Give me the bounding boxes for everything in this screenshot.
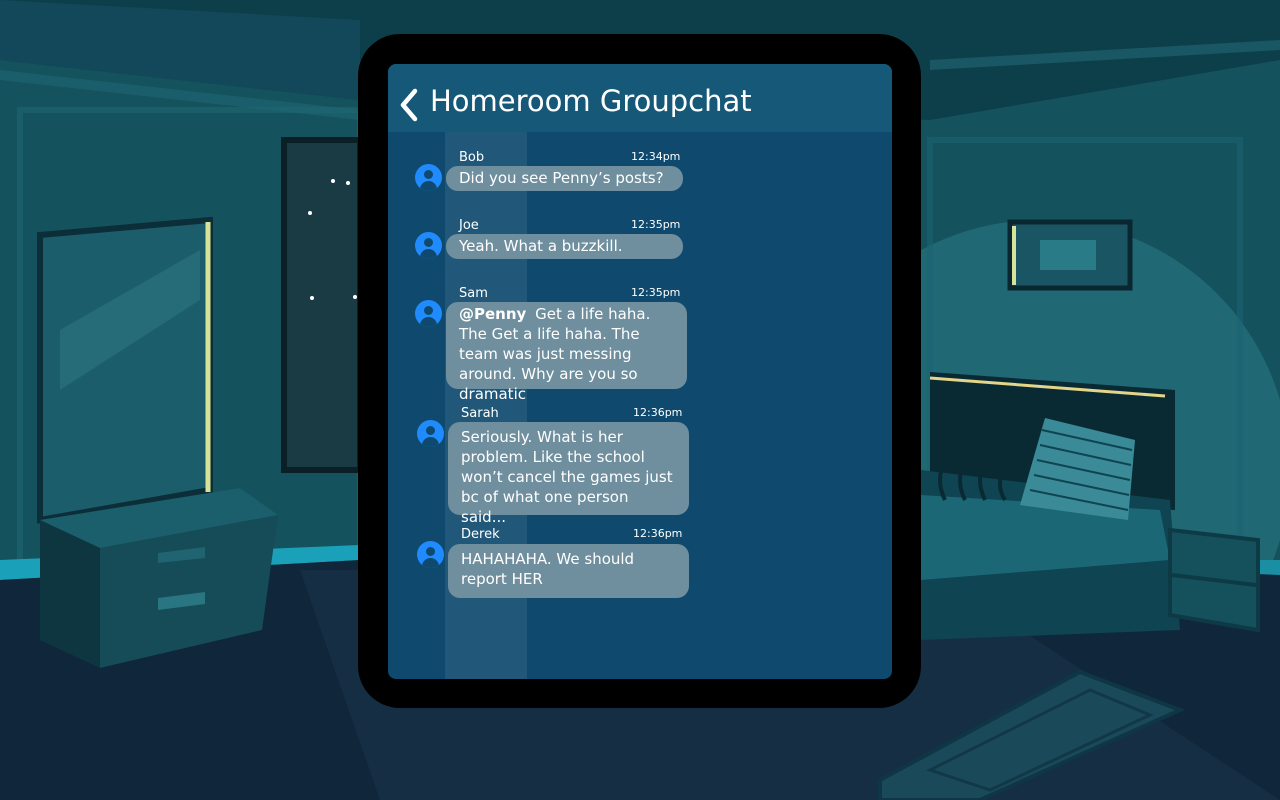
back-button[interactable] xyxy=(398,88,420,122)
chat-header: Homeroom Groupchat xyxy=(388,64,892,132)
message-bubble: @Penny Get a life haha. The Get a life h… xyxy=(446,302,687,403)
avatar-icon xyxy=(415,164,442,191)
message-item: Bob 12:34pm Did you see Penny’s posts? xyxy=(388,150,708,200)
message-time: 12:35pm xyxy=(631,218,681,231)
avatar-icon xyxy=(417,420,444,447)
message-item: Derek 12:36pm HAHAHAHA. We should report… xyxy=(388,527,708,607)
tablet-device: Homeroom Groupchat Bob 12:34pm Did you s… xyxy=(358,34,921,708)
message-sender: Joe xyxy=(459,218,479,233)
message-sender: Bob xyxy=(459,150,485,165)
chat-screen: Homeroom Groupchat Bob 12:34pm Did you s… xyxy=(388,64,892,679)
game-scene: Homeroom Groupchat Bob 12:34pm Did you s… xyxy=(0,0,1280,800)
message-time: 12:35pm xyxy=(631,286,681,299)
message-bubble: Did you see Penny’s posts? xyxy=(446,166,683,191)
message-bubble: Yeah. What a buzzkill. xyxy=(446,234,683,259)
message-item: Sam 12:35pm @Penny Get a life haha. The … xyxy=(388,286,708,416)
message-time: 12:36pm xyxy=(633,406,683,419)
mention-tag[interactable]: @Penny xyxy=(459,305,526,323)
message-sender: Sarah xyxy=(461,406,499,421)
avatar-icon xyxy=(415,232,442,259)
message-sender: Sam xyxy=(459,286,488,301)
message-time: 12:36pm xyxy=(633,527,683,540)
message-item: Joe 12:35pm Yeah. What a buzzkill. xyxy=(388,218,708,268)
chat-title: Homeroom Groupchat xyxy=(430,84,752,118)
message-bubble: Seriously. What is her problem. Like the… xyxy=(448,422,689,526)
message-bubble: HAHAHAHA. We should report HER xyxy=(448,544,689,598)
message-sender: Derek xyxy=(461,527,500,542)
message-item: Sarah 12:36pm Seriously. What is her pro… xyxy=(388,406,708,526)
avatar-icon xyxy=(415,300,442,327)
message-time: 12:34pm xyxy=(631,150,681,163)
avatar-icon xyxy=(417,541,444,568)
chevron-left-icon xyxy=(400,88,418,122)
